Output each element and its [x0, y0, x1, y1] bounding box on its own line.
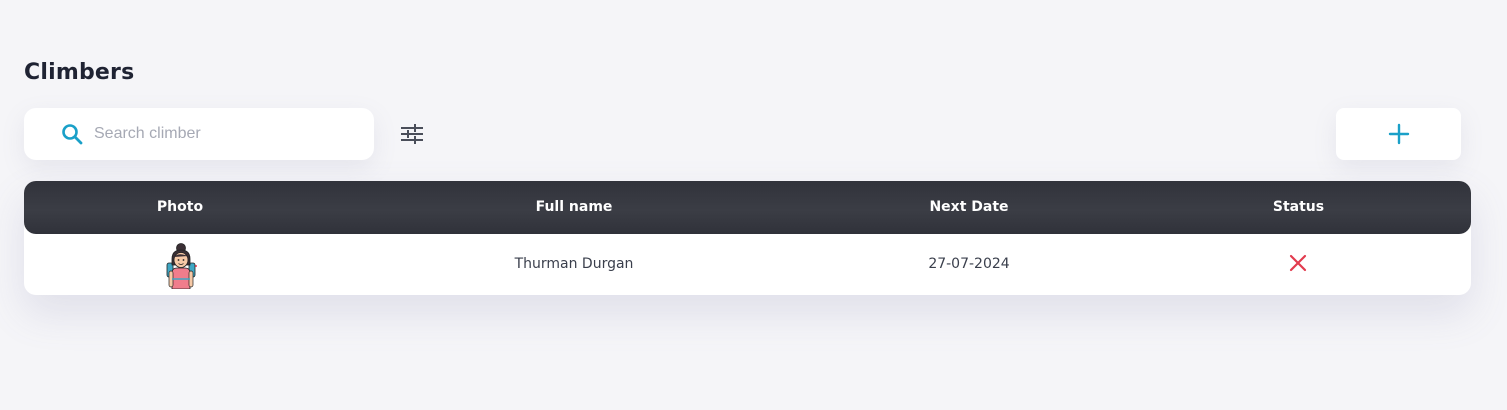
search-input[interactable] [94, 118, 354, 150]
close-icon [1289, 254, 1307, 272]
climber-full-name: Thurman Durgan [514, 256, 634, 272]
column-header-full-name[interactable]: Full name [336, 181, 812, 234]
search-box[interactable] [24, 108, 374, 160]
add-climber-button[interactable] [1336, 108, 1461, 160]
climber-avatar [166, 243, 197, 289]
search-icon [62, 124, 83, 145]
column-header-status[interactable]: Status [1126, 181, 1471, 234]
column-header-photo[interactable]: Photo [24, 181, 336, 234]
page-title: Climbers [24, 60, 135, 85]
climber-next-date: 27-07-2024 [928, 256, 1010, 272]
plus-icon [1388, 123, 1409, 145]
climbers-table: Photo Full name Next Date Status Thurman… [24, 181, 1471, 295]
sliders-icon [401, 124, 423, 144]
column-header-next-date[interactable]: Next Date [812, 181, 1126, 234]
filter-button[interactable] [396, 118, 428, 150]
climbers-page: Climbers Search climber Photo Full name … [0, 0, 1507, 410]
table-header: Photo Full name Next Date Status [24, 181, 1471, 234]
